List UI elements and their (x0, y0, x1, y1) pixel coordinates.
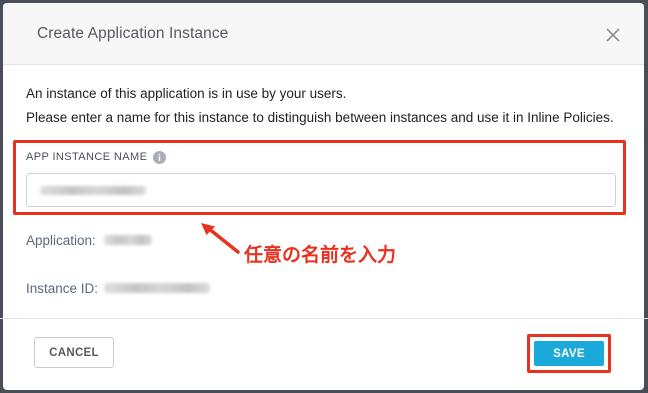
app-instance-name-label: APP INSTANCE NAME (26, 151, 148, 163)
save-button[interactable]: SAVE (534, 341, 604, 366)
application-label: Application: (26, 233, 96, 248)
instance-id-label: Instance ID: (26, 281, 99, 296)
footer-divider (0, 318, 648, 319)
dialog-title: Create Application Instance (37, 25, 229, 42)
annotation-text: 任意の名前を入力 (244, 244, 397, 266)
dialog-header: Create Application Instance (3, 3, 644, 65)
intro-text-line-1: An instance of this application is in us… (26, 86, 347, 101)
annotation-arrow (198, 220, 241, 255)
info-icon[interactable] (153, 151, 166, 164)
redacted-instance-id-value (104, 283, 210, 293)
redacted-input-value (40, 186, 146, 195)
intro-text-line-2: Please enter a name for this instance to… (26, 110, 614, 125)
cancel-button[interactable]: CANCEL (34, 337, 114, 368)
redacted-application-value (104, 235, 152, 245)
close-icon[interactable] (603, 25, 623, 45)
